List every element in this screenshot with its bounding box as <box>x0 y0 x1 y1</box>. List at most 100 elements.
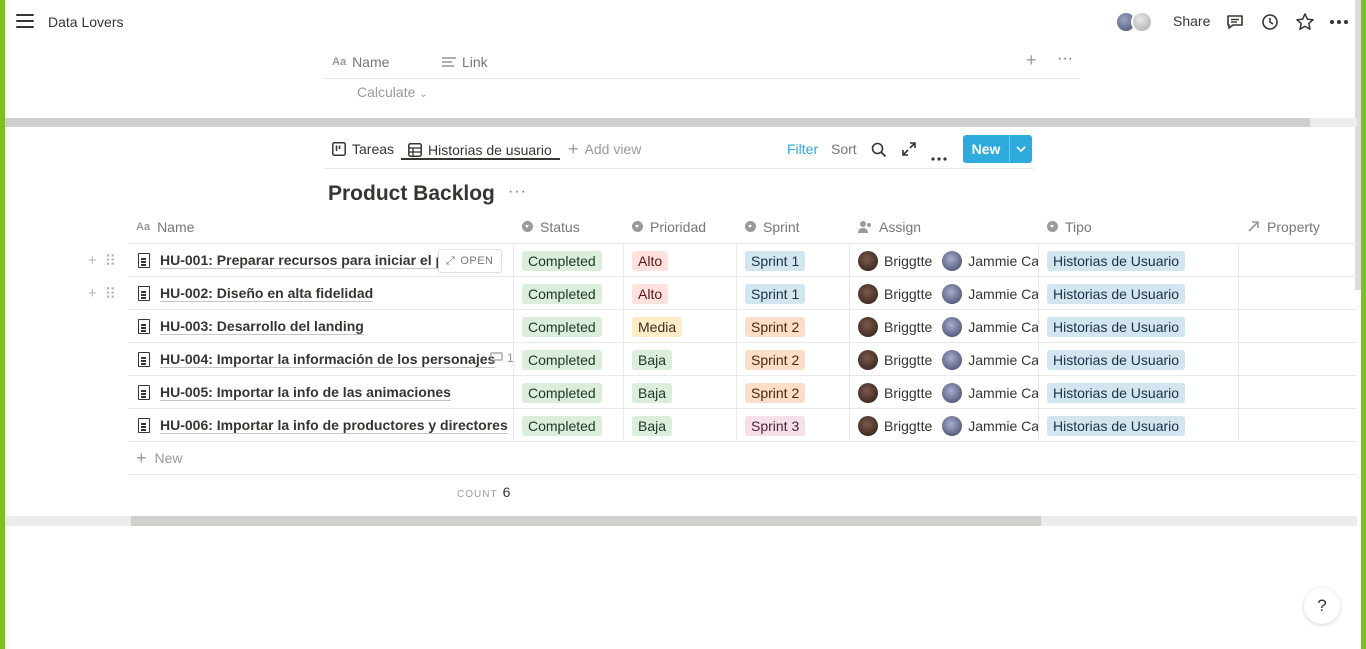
column-header-assign[interactable]: Assign <box>850 209 921 244</box>
property-cell[interactable] <box>1239 277 1357 310</box>
menu-icon[interactable] <box>16 14 34 30</box>
table-row[interactable]: HU-004: Importar la información de los p… <box>128 343 1357 376</box>
comment-count[interactable]: 1 <box>490 351 514 365</box>
history-icon[interactable] <box>1260 12 1280 32</box>
row-title[interactable]: HU-006: Importar la info de productores … <box>160 417 508 434</box>
type-badge: Historias de Usuario <box>1047 415 1186 436</box>
assignee: Briggtte <box>858 283 932 304</box>
expand-icon[interactable] <box>902 142 916 161</box>
avatar <box>858 283 878 304</box>
priority-badge: Baja <box>632 382 673 403</box>
text-type-icon: Aa <box>136 220 151 233</box>
property-cell[interactable] <box>1239 310 1357 343</box>
breadcrumb-workspace[interactable]: Data Lovers <box>48 14 123 30</box>
sprint-badge: Sprint 2 <box>745 316 806 337</box>
horizontal-scrollbar[interactable] <box>5 118 1357 127</box>
filter-button[interactable]: Filter <box>787 141 818 157</box>
comment-icon[interactable] <box>1225 12 1245 32</box>
assignee: Jammie Ca <box>942 283 1038 304</box>
status-badge: Completed <box>522 250 602 271</box>
assignee: Jammie Ca <box>942 316 1038 337</box>
property-cell[interactable] <box>1239 376 1357 409</box>
table-row[interactable]: HU-005: Importar la info de las animacio… <box>128 376 1357 409</box>
assignee: Briggtte <box>858 415 932 436</box>
tab-historias-de-usuario[interactable]: Historias de usuario <box>401 132 560 160</box>
table-row[interactable]: HU-006: Importar la info de productores … <box>128 409 1357 442</box>
property-cell[interactable] <box>1239 343 1357 376</box>
table-horizontal-scrollbar[interactable] <box>5 516 1357 526</box>
add-row-plus-icon[interactable]: + <box>88 285 97 303</box>
view-tabs-bar: Tareas Historias de usuario + Add view F… <box>324 132 1034 169</box>
star-icon[interactable] <box>1295 12 1315 32</box>
add-row-plus-icon[interactable]: + <box>88 252 97 270</box>
assignee: Jammie Ca <box>942 382 1038 403</box>
status-badge: Completed <box>522 415 602 436</box>
avatar <box>858 349 878 370</box>
column-header-name[interactable]: Aa Name <box>128 209 514 244</box>
assignee: Briggtte <box>858 316 932 337</box>
type-badge: Historias de Usuario <box>1047 250 1186 271</box>
avatar <box>942 250 963 271</box>
avatar <box>858 382 878 403</box>
priority-badge: Media <box>632 316 683 337</box>
row-title[interactable]: HU-003: Desarrollo del landing <box>160 318 364 335</box>
table-row[interactable]: + ⠿ HU-002: Diseño en alta fidelidad Comp… <box>88 277 1357 310</box>
more-icon[interactable] <box>1329 12 1349 32</box>
backlog-table: Aa Name Status Prioridad Sprint Assign T… <box>88 209 1357 475</box>
table-row[interactable]: + ⠿ HU-001: Preparar recursos para inicia… <box>88 244 1357 277</box>
column-header-status[interactable]: Status <box>514 209 580 244</box>
page-icon <box>138 352 150 367</box>
assignee: Briggtte <box>858 349 932 370</box>
search-icon[interactable] <box>871 142 887 163</box>
column-header-prioridad[interactable]: Prioridad <box>624 209 706 244</box>
select-type-icon <box>632 221 643 232</box>
property-cell[interactable] <box>1239 409 1357 442</box>
sprint-badge: Sprint 1 <box>745 283 806 304</box>
column-header-name[interactable]: Aa Name <box>332 54 389 70</box>
row-title[interactable]: HU-004: Importar la información de los p… <box>160 351 496 368</box>
avatar <box>942 349 963 370</box>
table-row[interactable]: HU-003: Desarrollo del landing Completed… <box>128 310 1357 343</box>
sprint-badge: Sprint 2 <box>745 382 806 403</box>
chevron-down-icon[interactable] <box>1009 135 1032 163</box>
page-icon <box>138 319 150 334</box>
calculate-button[interactable]: Calculate ⌄ <box>357 84 428 100</box>
drag-handle-icon[interactable]: ⠿ <box>105 285 116 303</box>
window-frame-right <box>1361 0 1366 649</box>
open-page-button[interactable]: ⤢ OPEN <box>438 249 502 273</box>
title-more-icon[interactable]: ··· <box>508 183 527 201</box>
column-header-property[interactable]: Property <box>1239 209 1320 244</box>
row-title[interactable]: HU-002: Diseño en alta fidelidad <box>160 285 374 302</box>
column-header-tipo[interactable]: Tipo <box>1039 209 1092 244</box>
column-more-icon[interactable]: ··· <box>1057 50 1073 68</box>
tab-tareas[interactable]: Tareas <box>332 141 394 157</box>
share-button[interactable]: Share <box>1173 13 1210 29</box>
property-cell[interactable] <box>1239 244 1357 277</box>
view-more-icon[interactable] <box>931 148 947 166</box>
page-title[interactable]: Product Backlog <box>328 182 495 206</box>
board-icon <box>332 142 346 156</box>
add-column-plus-icon[interactable]: + <box>1026 50 1037 71</box>
avatar <box>858 250 878 271</box>
column-header-sprint[interactable]: Sprint <box>737 209 800 244</box>
table-header: Aa Name Status Prioridad Sprint Assign T… <box>128 209 1357 244</box>
status-badge: Completed <box>522 283 602 304</box>
sort-button[interactable]: Sort <box>831 141 857 157</box>
drag-handle-icon[interactable]: ⠿ <box>105 252 116 270</box>
row-title[interactable]: HU-001: Preparar recursos para iniciar e… <box>160 252 459 269</box>
status-badge: Completed <box>522 316 602 337</box>
type-badge: Historias de Usuario <box>1047 316 1186 337</box>
count-summary[interactable]: COUNT 6 <box>457 484 510 500</box>
new-record-button[interactable]: New <box>963 135 1032 163</box>
table-icon <box>408 142 422 157</box>
help-button[interactable]: ? <box>1304 588 1340 624</box>
column-header-link[interactable]: Link <box>442 54 488 70</box>
add-view-button[interactable]: + Add view <box>568 140 641 158</box>
plus-icon: + <box>136 447 147 468</box>
row-title[interactable]: HU-005: Importar la info de las animacio… <box>160 384 451 401</box>
type-badge: Historias de Usuario <box>1047 382 1186 403</box>
sprint-badge: Sprint 2 <box>745 349 806 370</box>
collaborator-avatars[interactable] <box>1115 11 1157 33</box>
status-badge: Completed <box>522 349 602 370</box>
add-new-row-button[interactable]: + New <box>128 442 1357 475</box>
